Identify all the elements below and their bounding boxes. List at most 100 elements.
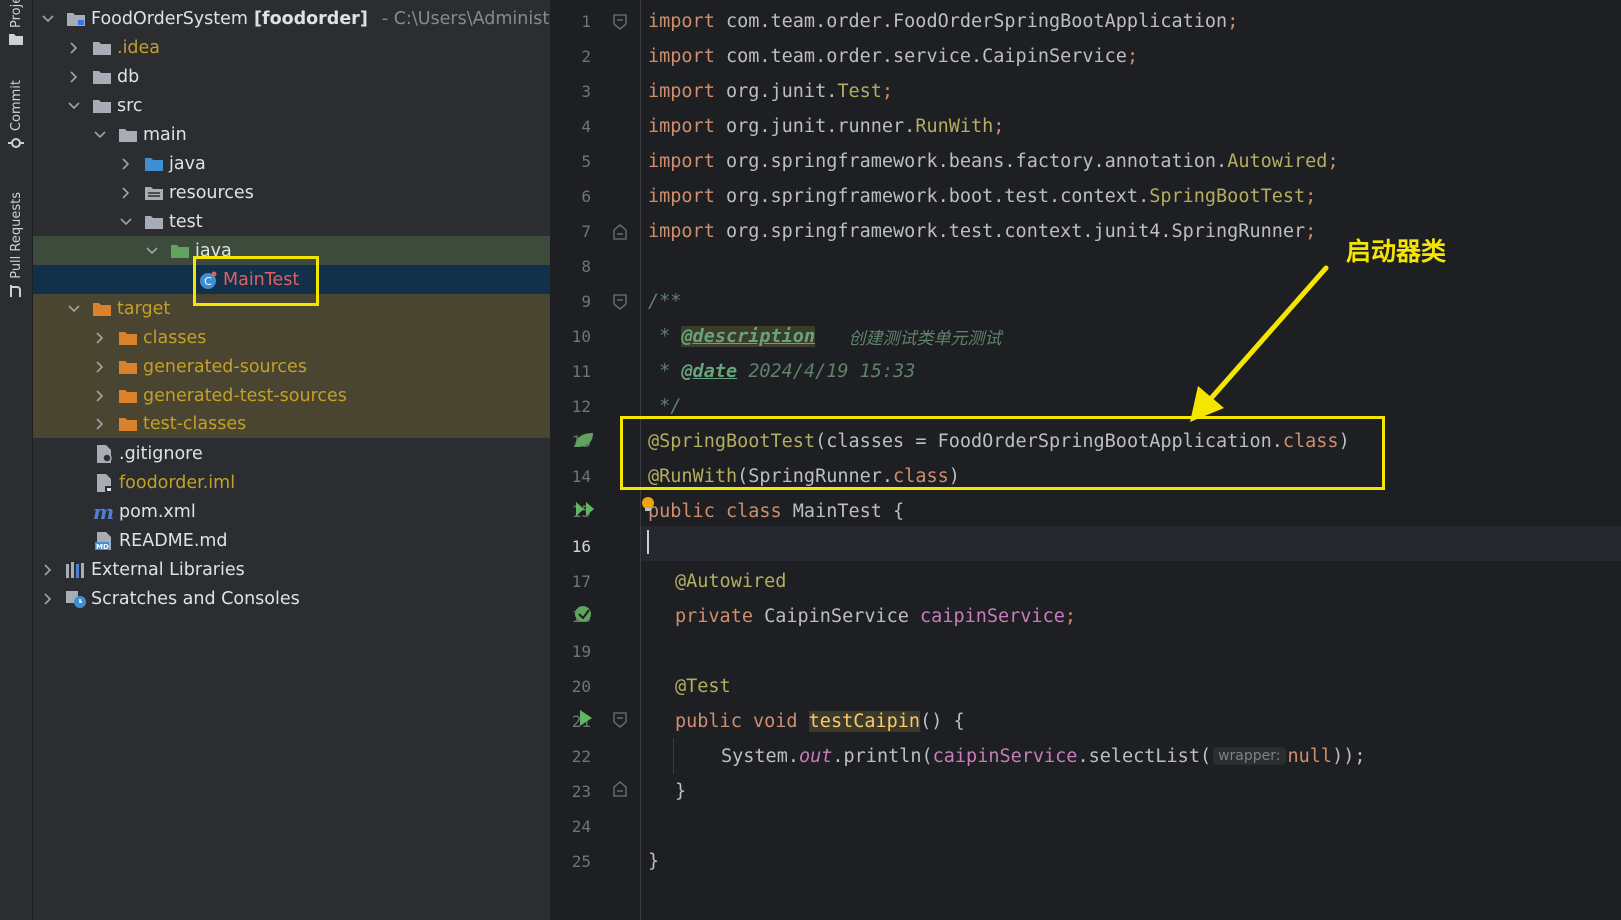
chevron-right-icon[interactable]: [67, 70, 81, 84]
tree-item-db[interactable]: db: [33, 62, 550, 92]
line-number: 4: [581, 117, 591, 136]
code-line-9: /**: [648, 290, 682, 312]
tree-item-readme[interactable]: MD README.md: [33, 526, 550, 556]
excluded-folder-icon: [117, 328, 139, 348]
folder-icon: [9, 34, 23, 45]
line-number: 19: [571, 642, 591, 661]
line-number: 12: [571, 397, 591, 416]
indent-guide: [673, 738, 674, 774]
commit-tool-tab[interactable]: Commit: [4, 80, 28, 151]
tree-item-src[interactable]: src: [33, 91, 550, 121]
tree-item-resources[interactable]: resources: [33, 178, 550, 208]
line-number: 1: [581, 12, 591, 31]
line-number: 6: [581, 187, 591, 206]
line-number: 17: [571, 572, 591, 591]
chevron-down-icon[interactable]: [41, 12, 55, 26]
line-number: 23: [571, 782, 591, 801]
lightbulb-icon[interactable]: [639, 495, 657, 513]
chevron-down-icon[interactable]: [145, 244, 159, 258]
autowired-bean-icon[interactable]: [573, 604, 595, 624]
tree-item-label: .idea: [117, 38, 161, 58]
line-number: 2: [581, 47, 591, 66]
code-line-3: import org.junit. Test;: [648, 80, 894, 102]
tree-item-main-java[interactable]: java: [33, 149, 550, 179]
fold-icon[interactable]: [613, 294, 627, 310]
tree-root[interactable]: FoodOrderSystem [foodorder] - C:\Users\A…: [33, 4, 550, 34]
fold-icon[interactable]: [613, 712, 627, 728]
svg-text:m: m: [93, 503, 114, 521]
module-folder-icon: [65, 9, 87, 29]
run-test-icon[interactable]: [579, 709, 593, 727]
chevron-right-icon[interactable]: [93, 417, 107, 431]
tree-item-classes[interactable]: classes: [33, 323, 550, 353]
maven-icon: m: [93, 502, 115, 522]
tree-item-iml[interactable]: foodorder.iml: [33, 468, 550, 498]
chevron-right-icon[interactable]: [119, 186, 133, 200]
tree-item-label: resources: [169, 183, 254, 203]
parameter-hint: wrapper:: [1213, 747, 1286, 765]
project-tab-label: Project: [8, 0, 24, 28]
ignore-file-icon: [93, 444, 115, 464]
tree-item-label: main: [143, 125, 187, 145]
fold-icon[interactable]: [613, 224, 627, 240]
chevron-down-icon[interactable]: [67, 99, 81, 113]
tree-item-generated-test-sources[interactable]: generated-test-sources: [33, 381, 550, 411]
tree-item-label: db: [117, 67, 140, 87]
folder-icon: [143, 212, 165, 232]
excluded-folder-icon: [117, 357, 139, 377]
folder-icon: [117, 125, 139, 145]
line-number-current: 16: [571, 537, 591, 556]
annotation-highlight-box: [620, 416, 1385, 490]
code-editor[interactable]: 1 2 3 4 5 6 7 8 9 10 11 12 13 14 15 16 1…: [551, 0, 1621, 920]
chevron-right-icon[interactable]: [67, 41, 81, 55]
line-number: 3: [581, 82, 591, 101]
line-number: 9: [581, 292, 591, 311]
chevron-down-icon[interactable]: [119, 215, 133, 229]
code-line-22: System. out .println(caipinService .selectL…: [721, 745, 1366, 767]
run-all-tests-icon[interactable]: [575, 500, 597, 518]
tree-item-label: classes: [143, 328, 207, 348]
commit-tab-label: Commit: [8, 80, 24, 132]
code-line-23: }: [675, 780, 687, 802]
tree-item-gitignore[interactable]: .gitignore: [33, 439, 550, 469]
tree-item-test[interactable]: test: [33, 207, 550, 237]
chevron-right-icon[interactable]: [93, 360, 107, 374]
fold-icon[interactable]: [613, 781, 627, 797]
chevron-right-icon[interactable]: [93, 331, 107, 345]
tree-item-scratches[interactable]: Scratches and Consoles: [33, 584, 550, 614]
chevron-right-icon[interactable]: [41, 592, 55, 606]
project-tool-tab[interactable]: Project: [4, 0, 28, 46]
root-module: [foodorder]: [253, 9, 368, 29]
chevron-right-icon[interactable]: [41, 563, 55, 577]
tree-item-pom[interactable]: m pom.xml: [33, 497, 550, 527]
pull-request-icon: [10, 284, 21, 297]
tree-item-label: Scratches and Consoles: [91, 589, 300, 609]
chevron-down-icon[interactable]: [93, 128, 107, 142]
chevron-down-icon[interactable]: [67, 302, 81, 316]
tree-item-idea[interactable]: .idea: [33, 33, 550, 63]
tree-item-label: generated-test-sources: [143, 386, 347, 406]
annotation-arrow-icon: [1190, 265, 1329, 422]
code-line-2: import com.team.order.service.CaipinServ…: [648, 45, 1139, 67]
code-line-18: private CaipinService caipinService;: [675, 605, 1076, 627]
code-line-15: public class MainTest {: [648, 500, 905, 522]
line-number: 22: [571, 747, 591, 766]
tree-item-external-libraries[interactable]: External Libraries: [33, 555, 550, 585]
module-file-icon: [93, 473, 115, 493]
tree-item-generated-sources[interactable]: generated-sources: [33, 352, 550, 382]
tree-item-label: java: [169, 154, 206, 174]
line-number: 10: [571, 327, 591, 346]
pull-requests-tool-tab[interactable]: Pull Requests: [4, 192, 28, 299]
markdown-file-icon: MD: [93, 531, 115, 551]
spring-bean-icon[interactable]: [573, 431, 595, 449]
fold-icon[interactable]: [613, 14, 627, 30]
excluded-folder-icon: [117, 414, 139, 434]
maintest-highlight-box: [193, 256, 319, 306]
tree-item-test-classes[interactable]: test-classes: [33, 410, 550, 438]
chevron-right-icon[interactable]: [93, 389, 107, 403]
root-path: - C:\Users\Administ: [381, 9, 550, 29]
tree-item-label: foodorder.iml: [119, 473, 236, 493]
chevron-right-icon[interactable]: [119, 157, 133, 171]
tree-item-label: test: [169, 212, 203, 232]
tree-item-main[interactable]: main: [33, 120, 550, 150]
